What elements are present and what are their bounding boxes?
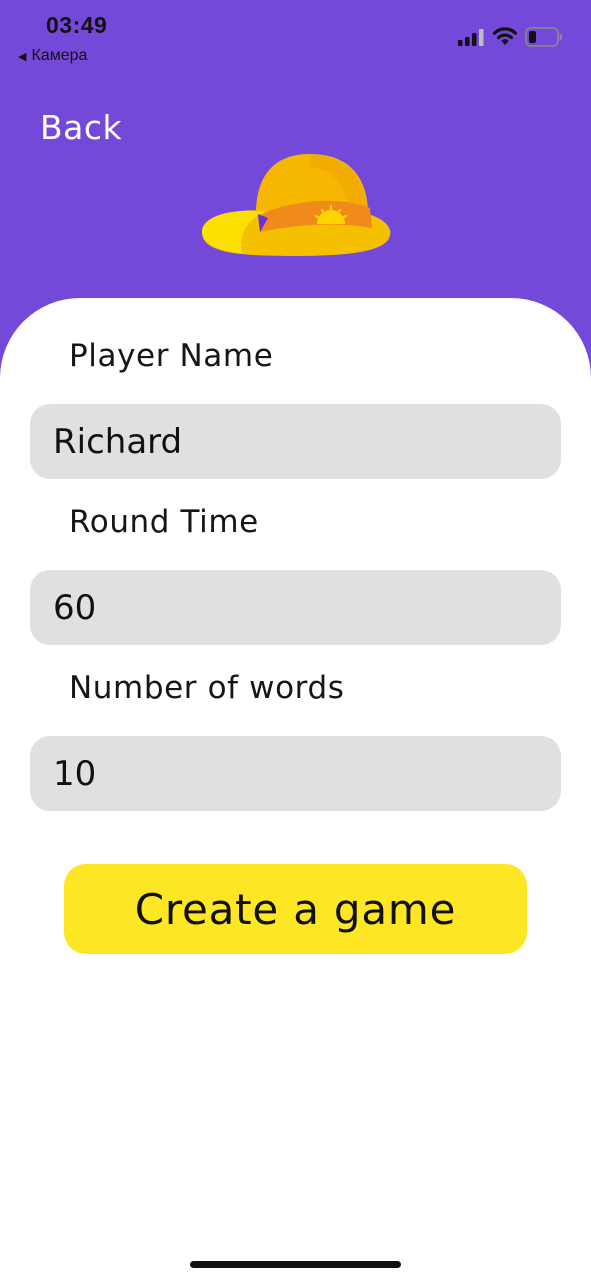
player-name-input[interactable]: Richard bbox=[30, 404, 561, 479]
status-bar: 03:49 ◀ Камера bbox=[0, 0, 591, 80]
player-name-label: Player Name bbox=[69, 338, 274, 374]
triangle-left-icon: ◀ bbox=[18, 50, 27, 63]
home-indicator[interactable] bbox=[190, 1261, 401, 1268]
status-time: 03:49 bbox=[46, 12, 108, 38]
back-to-app-label: Камера bbox=[31, 47, 88, 64]
hat-icon bbox=[202, 154, 391, 256]
number-of-words-value: 10 bbox=[53, 753, 97, 794]
player-name-value: Richard bbox=[53, 421, 183, 462]
back-button[interactable]: Back bbox=[40, 108, 122, 147]
cellular-signal-icon bbox=[458, 29, 484, 46]
number-of-words-input[interactable]: 10 bbox=[30, 736, 561, 811]
wifi-icon bbox=[492, 27, 518, 45]
create-game-button[interactable]: Create a game bbox=[64, 864, 527, 954]
battery-low-icon bbox=[525, 27, 562, 47]
back-to-app-link[interactable]: ◀ Камера bbox=[18, 47, 87, 65]
number-of-words-label: Number of words bbox=[69, 670, 345, 706]
round-time-label: Round Time bbox=[69, 504, 259, 540]
round-time-input[interactable]: 60 bbox=[30, 570, 561, 645]
round-time-value: 60 bbox=[53, 587, 97, 628]
